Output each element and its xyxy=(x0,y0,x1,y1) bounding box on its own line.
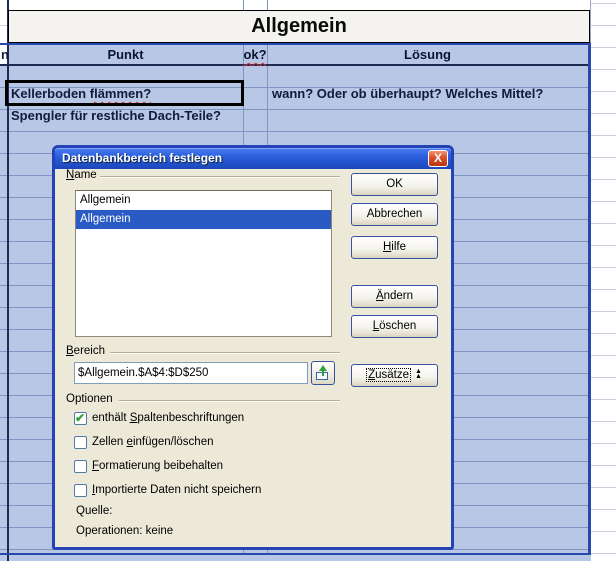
gridline xyxy=(590,0,591,43)
gridline xyxy=(0,25,7,26)
shrink-range-icon xyxy=(316,365,330,381)
column-header-ok[interactable]: ok? xyxy=(243,45,267,64)
name-listbox[interactable]: Allgemein Allgemein xyxy=(75,190,332,337)
checkbox-label: Zellen einfügen/löschen xyxy=(92,434,214,451)
optionen-group-label: Optionen xyxy=(66,393,116,405)
active-cell-selection-border xyxy=(5,80,244,106)
collapse-arrows-icon: ▲▲ xyxy=(415,370,422,380)
group-divider xyxy=(119,400,340,402)
column-header-loesung[interactable]: Lösung xyxy=(267,45,588,64)
checkbox-box[interactable] xyxy=(74,436,87,449)
modify-button[interactable]: Ändern xyxy=(351,285,438,308)
dialog-titlebar[interactable]: Datenbankbereich festlegen X xyxy=(55,148,451,169)
checkbox-box[interactable] xyxy=(74,460,87,473)
shrink-range-button[interactable] xyxy=(311,361,335,385)
list-item[interactable]: Allgemein xyxy=(76,210,331,229)
database-range-border-bottom xyxy=(0,553,591,555)
operations-label: Operationen: keine xyxy=(76,525,173,537)
group-divider xyxy=(100,176,340,178)
ok-button[interactable]: OK xyxy=(351,173,438,196)
range-input[interactable] xyxy=(74,362,308,384)
database-range-border-top xyxy=(0,43,591,45)
cancel-button[interactable]: Abbrechen xyxy=(351,203,438,226)
close-icon: X xyxy=(434,151,442,165)
checkbox-label: enthält Spaltenbeschriftungen xyxy=(92,410,244,427)
group-divider xyxy=(110,352,340,354)
close-button[interactable]: X xyxy=(428,150,448,167)
delete-button[interactable]: Löschen xyxy=(351,315,438,338)
more-options-button[interactable]: Zusätze▲▲ xyxy=(351,364,438,387)
help-button[interactable]: Hilfe xyxy=(351,236,438,259)
checkbox-label: Formatierung beibehalten xyxy=(92,458,223,475)
define-database-range-dialog: Datenbankbereich festlegen X Name Allgem… xyxy=(52,145,454,550)
name-group-label: Name xyxy=(66,169,100,181)
database-range-border-right xyxy=(588,43,591,555)
cell-spengler[interactable]: Spengler für restliche Dach-Teile? xyxy=(11,105,221,127)
gridline xyxy=(0,64,591,66)
column-header-punkt[interactable]: Punkt xyxy=(8,45,243,64)
spreadsheet: Allgemein n Punkt ok? Lösung Kellerboden… xyxy=(0,0,616,561)
source-label: Quelle: xyxy=(76,505,112,517)
bereich-group-label: Bereich xyxy=(66,345,108,357)
checkbox-box[interactable] xyxy=(74,484,87,497)
cell-wann-oder-ob[interactable]: wann? Oder ob überhaupt? Welches Mittel? xyxy=(272,83,543,105)
sheet-right-margin xyxy=(591,0,616,561)
checkbox-label: Importierte Daten nicht speichern xyxy=(92,482,261,499)
dialog-title: Datenbankbereich festlegen xyxy=(62,148,222,169)
checkbox-box[interactable] xyxy=(74,412,87,425)
sheet-title-cell[interactable]: Allgemein xyxy=(8,10,590,43)
gridline xyxy=(0,0,616,10)
list-item[interactable]: Allgemein xyxy=(76,191,331,210)
